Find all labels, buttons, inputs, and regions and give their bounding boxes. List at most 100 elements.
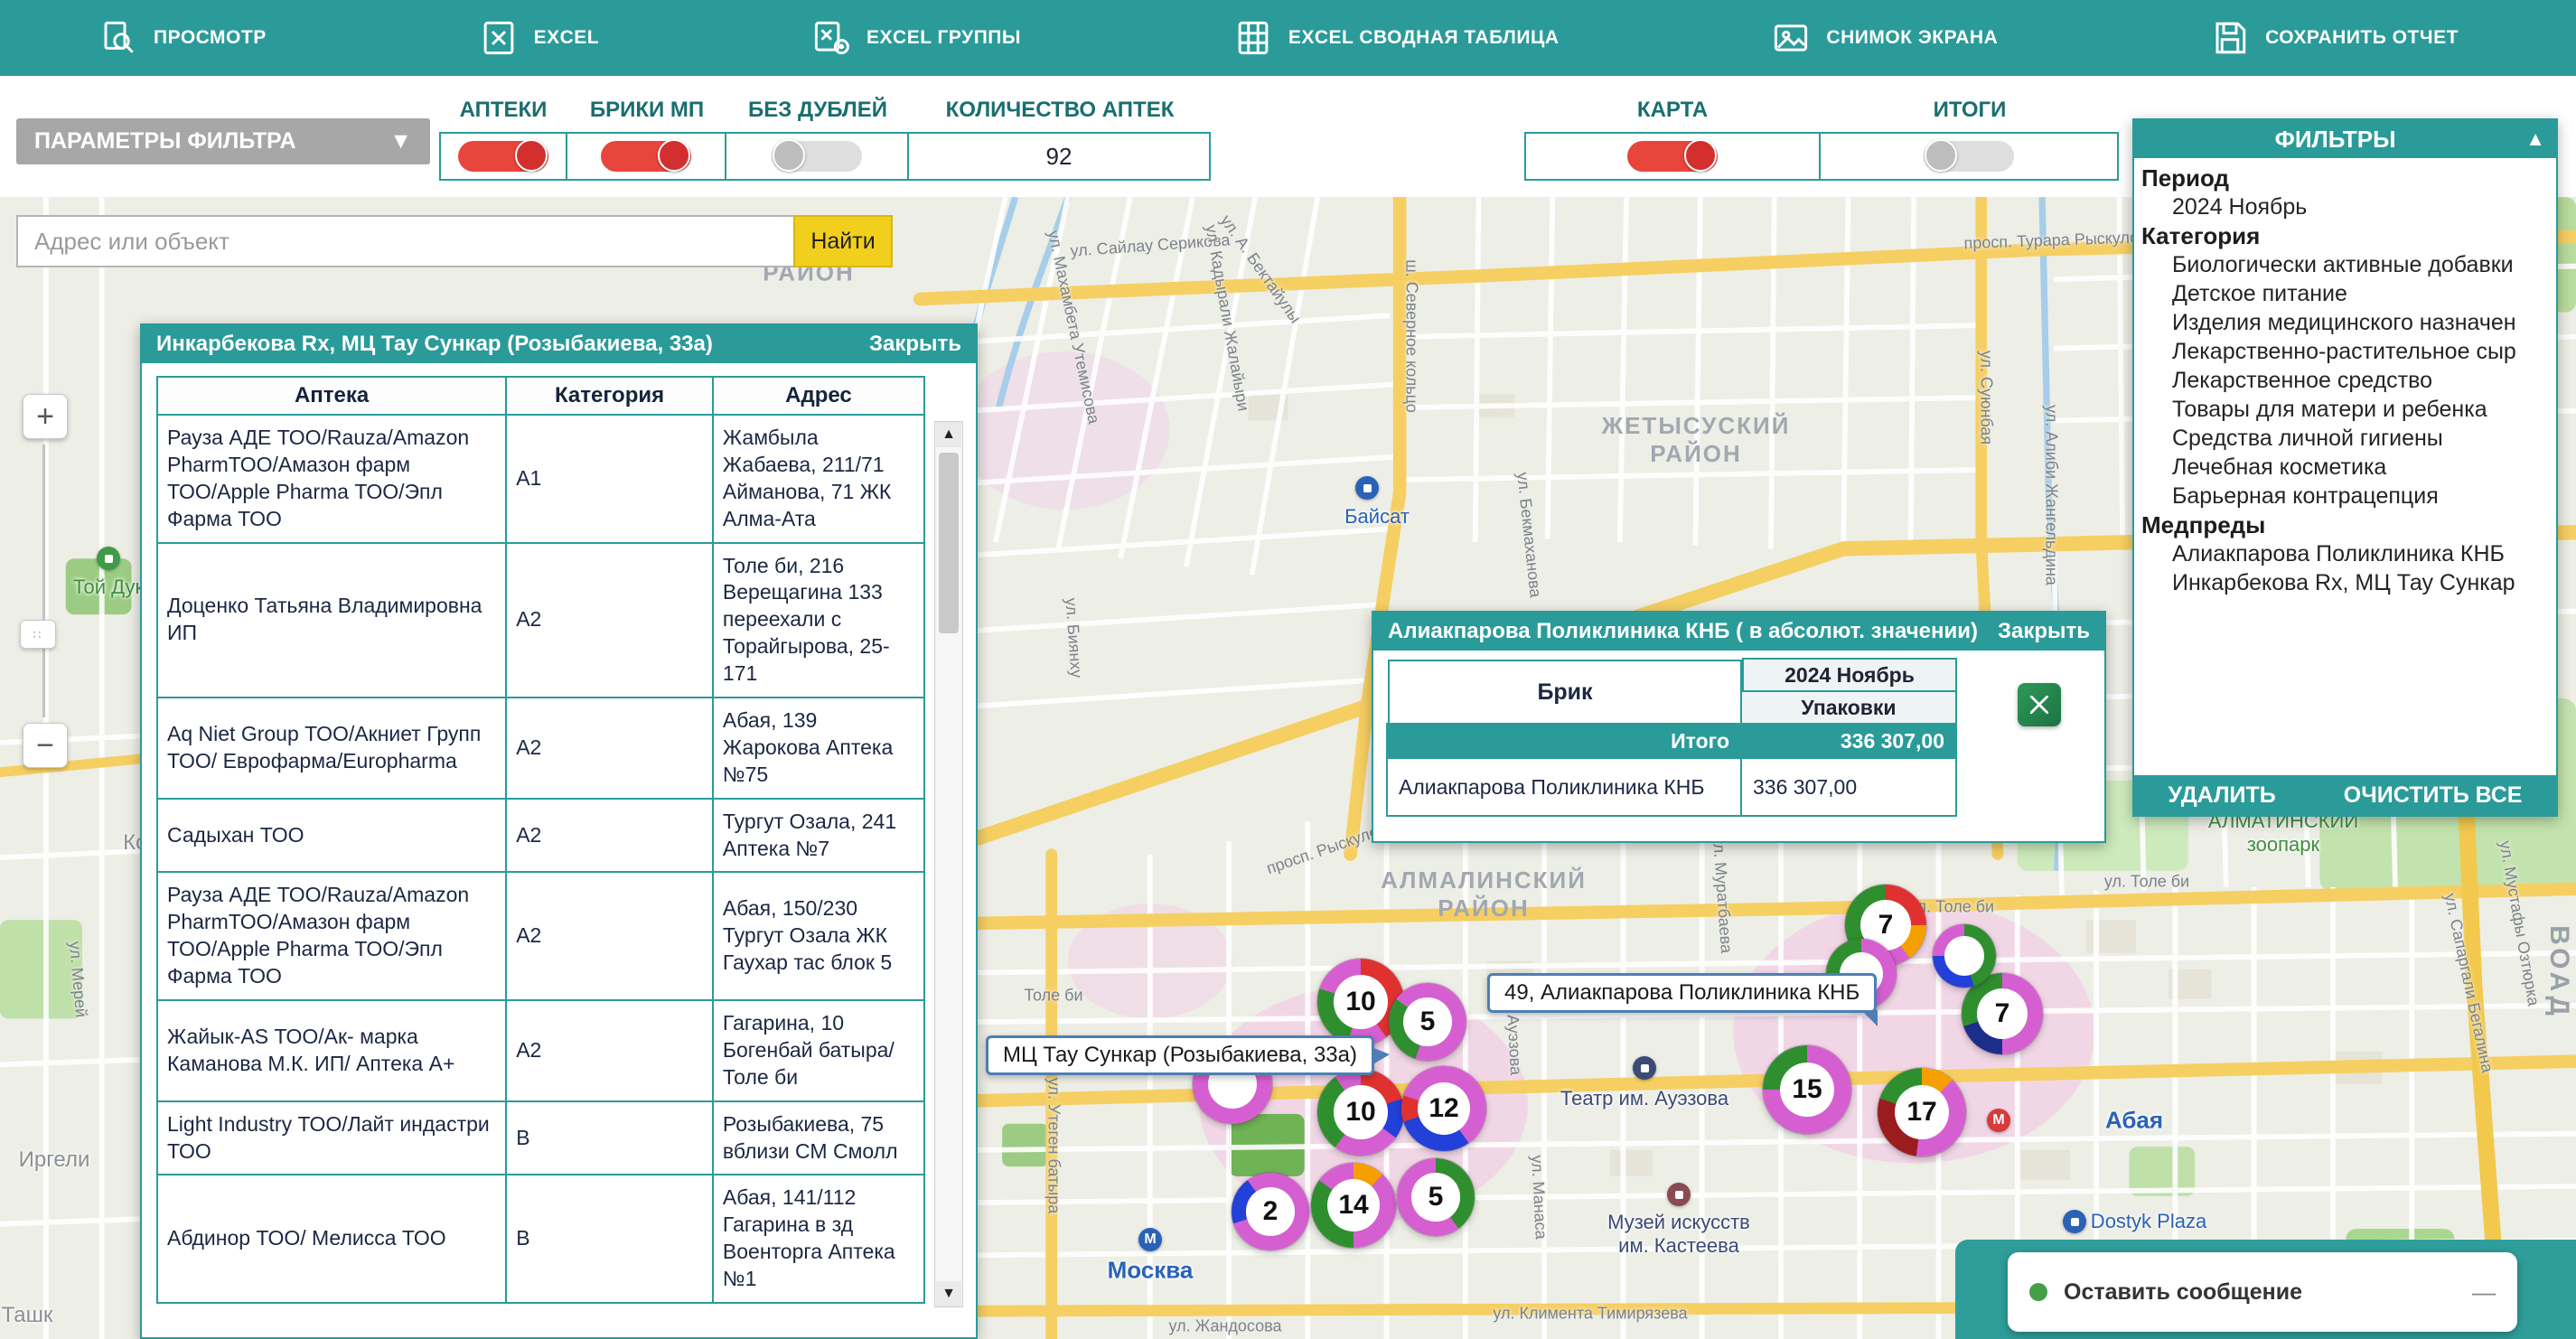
- table-row[interactable]: Садыхан ТОО A2 Тургут Озала, 241 Аптека …: [157, 799, 924, 873]
- filter-entry[interactable]: 2024 Ноябрь: [2141, 192, 2549, 221]
- map-toggle[interactable]: [1627, 141, 1718, 172]
- scroll-down-button[interactable]: ▼: [936, 1281, 961, 1306]
- table-row[interactable]: Жайык-AS ТОО/Ак- марка Каманова М.К. ИП/…: [157, 1000, 924, 1101]
- pharmacies-toggle[interactable]: [458, 141, 548, 172]
- street-label: ул. Климента Тимирязева: [1493, 1305, 1687, 1324]
- filter-entry[interactable]: Период: [2141, 164, 2549, 192]
- toolbar-item-excel-groups[interactable]: EXCEL ГРУППЫ: [812, 19, 1021, 57]
- table-scrollbar[interactable]: ▲ ▼: [934, 421, 963, 1307]
- brick-row-value: 336 307,00: [1740, 757, 1957, 817]
- filter-entry[interactable]: Товары для матери и ребенка: [2141, 395, 2549, 424]
- table-row[interactable]: Рауза АДЕ ТОО/Rauza/Amazon PharmТОО/Амаз…: [157, 415, 924, 543]
- filters-panel: ФИЛЬТРЫ ▲ Период 2024 Ноябрь Категория Б…: [2132, 118, 2558, 817]
- cell-pharmacy: Рауза АДЕ ТОО/Rauza/Amazon PharmТОО/Амаз…: [157, 872, 506, 1000]
- filters-panel-footer: УДАЛИТЬ ОЧИСТИТЬ ВСЕ: [2134, 775, 2556, 815]
- filter-entry[interactable]: Лечебная косметика: [2141, 453, 2549, 482]
- toolbar-item-save-report[interactable]: СОХРАНИТЬ ОТЧЕТ: [2211, 19, 2459, 57]
- toolbar-item-excel[interactable]: EXCEL: [480, 19, 600, 57]
- pie-marker-value: 10: [1345, 987, 1375, 1017]
- street-label: ул. Толе би: [2104, 873, 2189, 892]
- zoom-slider-track[interactable]: [42, 445, 45, 717]
- column-header-category: Категория: [506, 377, 713, 415]
- pie-marker-value: 14: [1338, 1190, 1368, 1221]
- table-row[interactable]: Light Industry ТОО/Лайт индастри ТОО B Р…: [157, 1101, 924, 1175]
- pharmacy-count: КОЛИЧЕСТВО АПТЕК 92: [909, 89, 1211, 181]
- cell-address: Абая, 141/112 Гагарина в зд Военторга Ап…: [713, 1175, 924, 1303]
- filter-entry[interactable]: Барьерная контрацепция: [2141, 482, 2549, 510]
- map-poi-icon: [1633, 1056, 1656, 1080]
- toggle-label: БЕЗ ДУБЛЕЙ: [726, 89, 909, 132]
- scroll-up-button[interactable]: ▲: [936, 422, 961, 447]
- pie-marker[interactable]: 14: [1311, 1163, 1396, 1248]
- pharmacy-count-box: 92: [907, 132, 1211, 181]
- pie-marker[interactable]: 15: [1763, 1045, 1851, 1134]
- filter-entry[interactable]: Биологически активные добавки: [2141, 250, 2549, 279]
- collapse-panel-icon[interactable]: ▲: [2525, 127, 2545, 151]
- poi-label: Иргели: [19, 1147, 90, 1173]
- column-header-pharmacy: Аптека: [157, 377, 506, 415]
- chat-widget[interactable]: Оставить сообщение —: [2008, 1252, 2517, 1332]
- toggle-group-right: КАРТА ИТОГИ: [1524, 89, 2119, 181]
- zoom-slider-handle[interactable]: ∷: [20, 620, 56, 649]
- no-duplicates-toggle[interactable]: [772, 141, 862, 172]
- toggle-box: [439, 132, 567, 181]
- poi-label: Абая: [2105, 1107, 2163, 1135]
- table-row[interactable]: Доценко Татьяна Владимировна ИП A2 Толе …: [157, 543, 924, 698]
- minimize-chat-button[interactable]: —: [2472, 1278, 2496, 1306]
- filter-entry[interactable]: Категория: [2141, 221, 2549, 250]
- search-input[interactable]: [16, 215, 793, 267]
- toggle-label: АПТЕКИ: [439, 89, 567, 132]
- brick-popup-close-button[interactable]: Закрыть: [1998, 619, 2090, 644]
- pharmacy-count-label: КОЛИЧЕСТВО АПТЕК: [909, 89, 1211, 132]
- pharmacy-popup-close-button[interactable]: Закрыть: [869, 332, 961, 357]
- toggle-label: ИТОГИ: [1821, 89, 2119, 132]
- cell-category: B: [506, 1101, 713, 1175]
- cell-category: A2: [506, 543, 713, 698]
- totals-toggle[interactable]: [1924, 141, 2014, 172]
- toolbar-item-excel-pivot[interactable]: EXCEL СВОДНАЯ ТАБЛИЦА: [1234, 19, 1560, 57]
- filter-entry[interactable]: Средства личной гигиены: [2141, 424, 2549, 453]
- cell-address: Розыбакиева, 75 вблизи СМ Смолл: [713, 1101, 924, 1175]
- pie-marker-value: 10: [1345, 1097, 1375, 1128]
- toggle-label: КАРТА: [1524, 89, 1821, 132]
- zoom-out-button[interactable]: −: [23, 723, 68, 768]
- search-button[interactable]: Найти: [793, 215, 893, 267]
- pie-marker[interactable]: 10: [1317, 1069, 1404, 1156]
- filter-entry[interactable]: Лекарственное средство: [2141, 366, 2549, 395]
- pie-marker[interactable]: 5: [1389, 983, 1466, 1061]
- filter-entry[interactable]: Детское питание: [2141, 279, 2549, 308]
- pie-marker[interactable]: 17: [1878, 1068, 1966, 1156]
- filter-entry[interactable]: Изделия медицинского назначен: [2141, 308, 2549, 337]
- pie-marker[interactable]: 12: [1401, 1066, 1486, 1151]
- filter-entry[interactable]: Инкарбекова Rx, МЦ Тау Сункар: [2141, 568, 2549, 597]
- filter-entry[interactable]: Лекарственно-растительное сыр: [2141, 337, 2549, 366]
- cell-pharmacy: Рауза АДЕ ТОО/Rauza/Amazon PharmТОО/Амаз…: [157, 415, 506, 543]
- toolbar-item-screenshot[interactable]: СНИМОК ЭКРАНА: [1772, 19, 1998, 57]
- filter-params-button[interactable]: ПАРАМЕТРЫ ФИЛЬТРА ▼: [16, 118, 430, 164]
- toolbar-label: ПРОСМОТР: [154, 27, 267, 49]
- table-row[interactable]: Рауза АДЕ ТОО/Rauza/Amazon PharmТОО/Амаз…: [157, 872, 924, 1000]
- toolbar-item-view[interactable]: ПРОСМОТР: [99, 19, 267, 57]
- pharmacy-popup-titlebar: Инкарбекова Rx, МЦ Тау Сункар (Розыбакие…: [142, 325, 976, 363]
- filter-entry[interactable]: Медпреды: [2141, 510, 2549, 539]
- filter-entry[interactable]: Алиакпарова Поликлиника КНБ: [2141, 539, 2549, 568]
- pie-marker[interactable]: [1933, 924, 1996, 988]
- pharmacy-popup-title: Инкарбекова Rx, МЦ Тау Сункар (Розыбакие…: [156, 332, 713, 357]
- search-bar: Найти: [16, 215, 893, 267]
- table-row[interactable]: Абдинор ТОО/ Мелисса ТОО B Абая, 141/112…: [157, 1175, 924, 1303]
- table-row[interactable]: Aq Niet Group ТОО/Акниет Групп ТОО/ Евро…: [157, 698, 924, 799]
- excel-icon: [480, 19, 518, 57]
- zoom-in-button[interactable]: +: [23, 394, 68, 439]
- pie-marker[interactable]: 2: [1232, 1173, 1309, 1250]
- cell-pharmacy: Light Industry ТОО/Лайт индастри ТОО: [157, 1101, 506, 1175]
- delete-filter-button[interactable]: УДАЛИТЬ: [2169, 782, 2276, 809]
- clear-all-filters-button[interactable]: ОЧИСТИТЬ ВСЕ: [2344, 782, 2523, 809]
- pie-marker[interactable]: 5: [1397, 1158, 1475, 1236]
- scrollbar-thumb[interactable]: [939, 453, 959, 633]
- bricks-toggle[interactable]: [601, 141, 691, 172]
- excel-export-icon[interactable]: [2018, 683, 2061, 726]
- toggle-box: [566, 132, 726, 181]
- poi-label: Dostyk Plaza: [2091, 1210, 2206, 1233]
- cell-pharmacy: Жайык-AS ТОО/Ак- марка Каманова М.К. ИП/…: [157, 1000, 506, 1101]
- pharmacy-table: Аптека Категория Адрес Рауза АДЕ ТОО/Rau…: [156, 376, 925, 1304]
